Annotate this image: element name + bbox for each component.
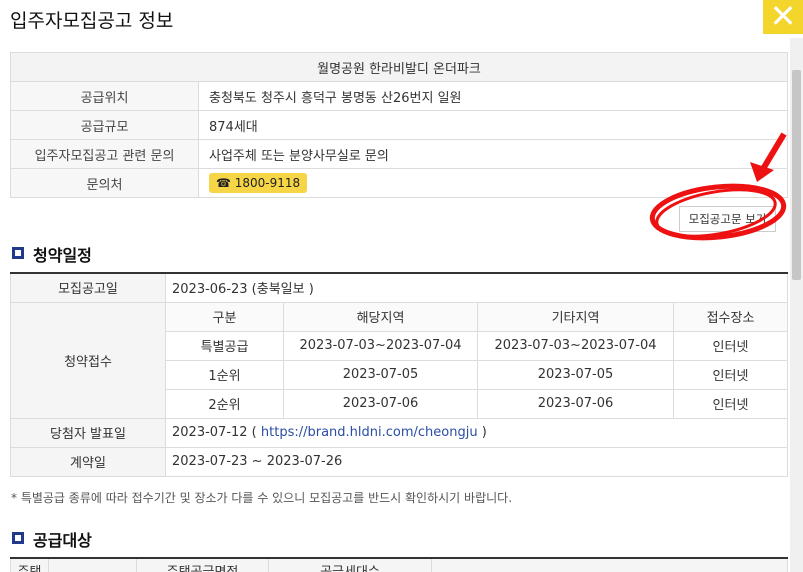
- reception-label: 청약접수: [10, 301, 166, 419]
- announcement-label: 모집공고일: [10, 272, 166, 303]
- contract-value: 2023-07-23 ~ 2023-07-26: [165, 446, 788, 477]
- supply-header-area: 주택공급면적: [136, 557, 269, 572]
- scale-label: 공급규모: [10, 110, 199, 140]
- row-place: 인터넷: [673, 330, 788, 361]
- inquiry-label: 입주자모집공고 관련 문의: [10, 139, 199, 169]
- row-local: 2023-07-03~2023-07-04: [283, 330, 478, 361]
- supply-header-house: 주택: [10, 557, 49, 572]
- inquiry-value: 사업주체 또는 분양사무실로 문의: [198, 139, 788, 169]
- winner-suffix: ): [477, 425, 487, 440]
- scale-value: 874세대: [198, 110, 788, 140]
- announcement-value: 2023-06-23 (충북일보 ): [165, 272, 788, 303]
- location-value: 충청북도 청주시 흥덕구 봉명동 산26번지 일원: [198, 81, 788, 111]
- supply-header-rest: [431, 557, 788, 572]
- row-local: 2023-07-06: [283, 388, 478, 419]
- complex-name: 월명공원 한라비발디 온더파크: [10, 52, 788, 82]
- section-square-icon: [12, 531, 24, 544]
- modal-header: 입주자모집공고 정보 ✕: [0, 0, 803, 38]
- row-other: 2023-07-05: [477, 359, 674, 390]
- supply-table: 주택 주택공급면적 공급세대수: [10, 556, 788, 572]
- location-label: 공급위치: [10, 81, 199, 111]
- schedule-section-header: 청약일정: [10, 234, 788, 272]
- row-other: 2023-07-03~2023-07-04: [477, 330, 674, 361]
- supply-title: 공급대상: [33, 530, 92, 550]
- row-type: 특별공급: [165, 330, 284, 361]
- row-place: 인터넷: [673, 359, 788, 390]
- winner-date: 2023-07-12 (: [172, 425, 261, 440]
- row-local: 2023-07-05: [283, 359, 478, 390]
- close-x-icon[interactable]: ✕: [763, 0, 803, 34]
- winner-value: 2023-07-12 ( https://brand.hldni.com/che…: [165, 417, 788, 448]
- modal-title: 입주자모집공고 정보: [10, 10, 174, 32]
- notice-button-row: 모집공고문 보기: [10, 198, 788, 234]
- schedule-title: 청약일정: [33, 246, 92, 265]
- contact-label: 문의처: [10, 168, 199, 198]
- col-header-other: 기타지역: [477, 301, 674, 332]
- supply-header-blank: [48, 557, 137, 572]
- section-square-icon: [12, 247, 24, 259]
- row-type: 1순위: [165, 359, 284, 390]
- supply-header-units: 공급세대수: [268, 557, 432, 572]
- contract-label: 계약일: [10, 446, 166, 477]
- col-header-place: 접수장소: [673, 301, 788, 332]
- col-header-local: 해당지역: [283, 301, 478, 332]
- supply-section-header: 공급대상: [10, 519, 788, 557]
- modal-content: 월명공원 한라비발디 온더파크 공급위치 충청북도 청주시 흥덕구 봉명동 산2…: [10, 52, 788, 572]
- contact-cell: ☎ 1800-9118: [198, 168, 788, 198]
- complex-info-table: 월명공원 한라비발디 온더파크 공급위치 충청북도 청주시 흥덕구 봉명동 산2…: [10, 52, 788, 198]
- row-place: 인터넷: [673, 388, 788, 419]
- footnote: * 특별공급 종류에 따라 접수기간 및 장소가 다를 수 있으니 모집공고를 …: [11, 490, 513, 505]
- phone-badge[interactable]: ☎ 1800-9118: [209, 173, 308, 193]
- row-type: 2순위: [165, 388, 284, 419]
- col-header-type: 구분: [165, 301, 284, 332]
- schedule-table: 모집공고일 2023-06-23 (충북일보 ) 청약접수 구분 해당지역 기타…: [10, 272, 788, 477]
- winner-label: 당첨자 발표일: [10, 417, 166, 448]
- winner-link[interactable]: https://brand.hldni.com/cheongju: [261, 425, 478, 440]
- scrollbar-thumb[interactable]: [792, 70, 801, 280]
- scrollbar[interactable]: [790, 38, 803, 572]
- view-notice-button[interactable]: 모집공고문 보기: [679, 206, 776, 232]
- row-other: 2023-07-06: [477, 388, 674, 419]
